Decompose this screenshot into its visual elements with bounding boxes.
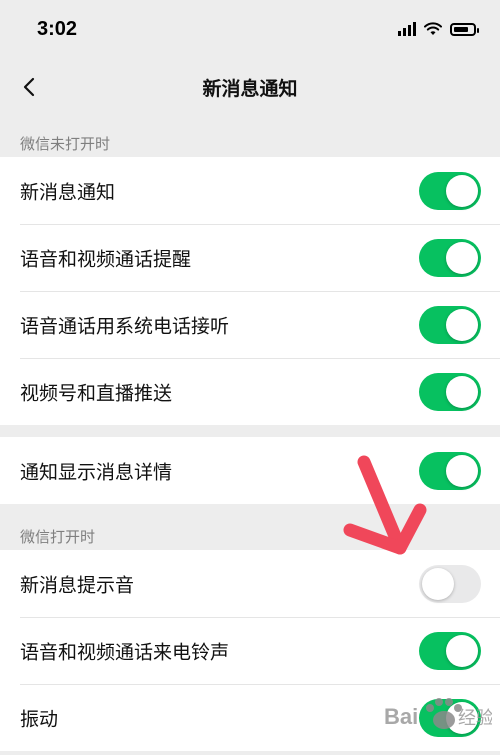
settings-group-details: 通知显示消息详情 xyxy=(0,437,500,504)
setting-label: 振动 xyxy=(20,708,59,730)
toggle-knob xyxy=(446,634,478,667)
status-icons xyxy=(398,22,479,36)
section-title-closed: 微信未打开时 xyxy=(20,135,111,153)
setting-label: 通知显示消息详情 xyxy=(20,461,173,483)
new-message-toggle[interactable] xyxy=(419,171,481,210)
page-title: 新消息通知 xyxy=(202,78,298,100)
system-phone-toggle[interactable] xyxy=(419,305,481,344)
channels-live-toggle[interactable] xyxy=(419,372,481,411)
toggle-knob xyxy=(422,567,454,600)
setting-row-vibrate[interactable]: 振动 xyxy=(0,684,500,751)
message-sound-toggle[interactable] xyxy=(419,564,481,603)
setting-row-new-message[interactable]: 新消息通知 xyxy=(0,157,500,224)
ringtone-toggle[interactable] xyxy=(419,631,481,670)
setting-label: 新消息通知 xyxy=(20,181,116,203)
settings-group-open: 新消息提示音 语音和视频通话来电铃声 振动 xyxy=(0,550,500,751)
setting-row-show-details[interactable]: 通知显示消息详情 xyxy=(0,437,500,504)
status-time: 3:02 xyxy=(37,18,78,40)
battery-icon xyxy=(450,22,479,36)
toggle-knob xyxy=(446,241,478,274)
toggle-knob xyxy=(446,375,478,408)
setting-row-system-phone[interactable]: 语音通话用系统电话接听 xyxy=(0,291,500,358)
status-bar: 3:02 xyxy=(0,0,500,62)
toggle-knob xyxy=(446,454,478,487)
settings-group-closed: 新消息通知 语音和视频通话提醒 语音通话用系统电话接听 视频号和直播推送 xyxy=(0,157,500,425)
setting-row-message-sound[interactable]: 新消息提示音 xyxy=(0,550,500,617)
wifi-icon xyxy=(424,22,442,35)
setting-row-ringtone[interactable]: 语音和视频通话来电铃声 xyxy=(0,617,500,684)
toggle-knob xyxy=(446,701,478,734)
section-title-open: 微信打开时 xyxy=(20,528,96,546)
setting-label: 视频号和直播推送 xyxy=(20,382,173,404)
toggle-knob xyxy=(446,174,478,207)
setting-label: 语音和视频通话提醒 xyxy=(20,248,192,270)
nav-bar: 新消息通知 xyxy=(0,62,500,112)
setting-label: 语音通话用系统电话接听 xyxy=(20,315,230,337)
call-reminder-toggle[interactable] xyxy=(419,238,481,277)
show-details-toggle[interactable] xyxy=(419,451,481,490)
setting-label: 语音和视频通话来电铃声 xyxy=(20,641,230,663)
signal-icon xyxy=(398,22,416,36)
setting-label: 新消息提示音 xyxy=(20,574,135,596)
vibrate-toggle[interactable] xyxy=(419,698,481,737)
setting-row-call-reminder[interactable]: 语音和视频通话提醒 xyxy=(0,224,500,291)
setting-row-channels-live[interactable]: 视频号和直播推送 xyxy=(0,358,500,425)
toggle-knob xyxy=(446,308,478,341)
